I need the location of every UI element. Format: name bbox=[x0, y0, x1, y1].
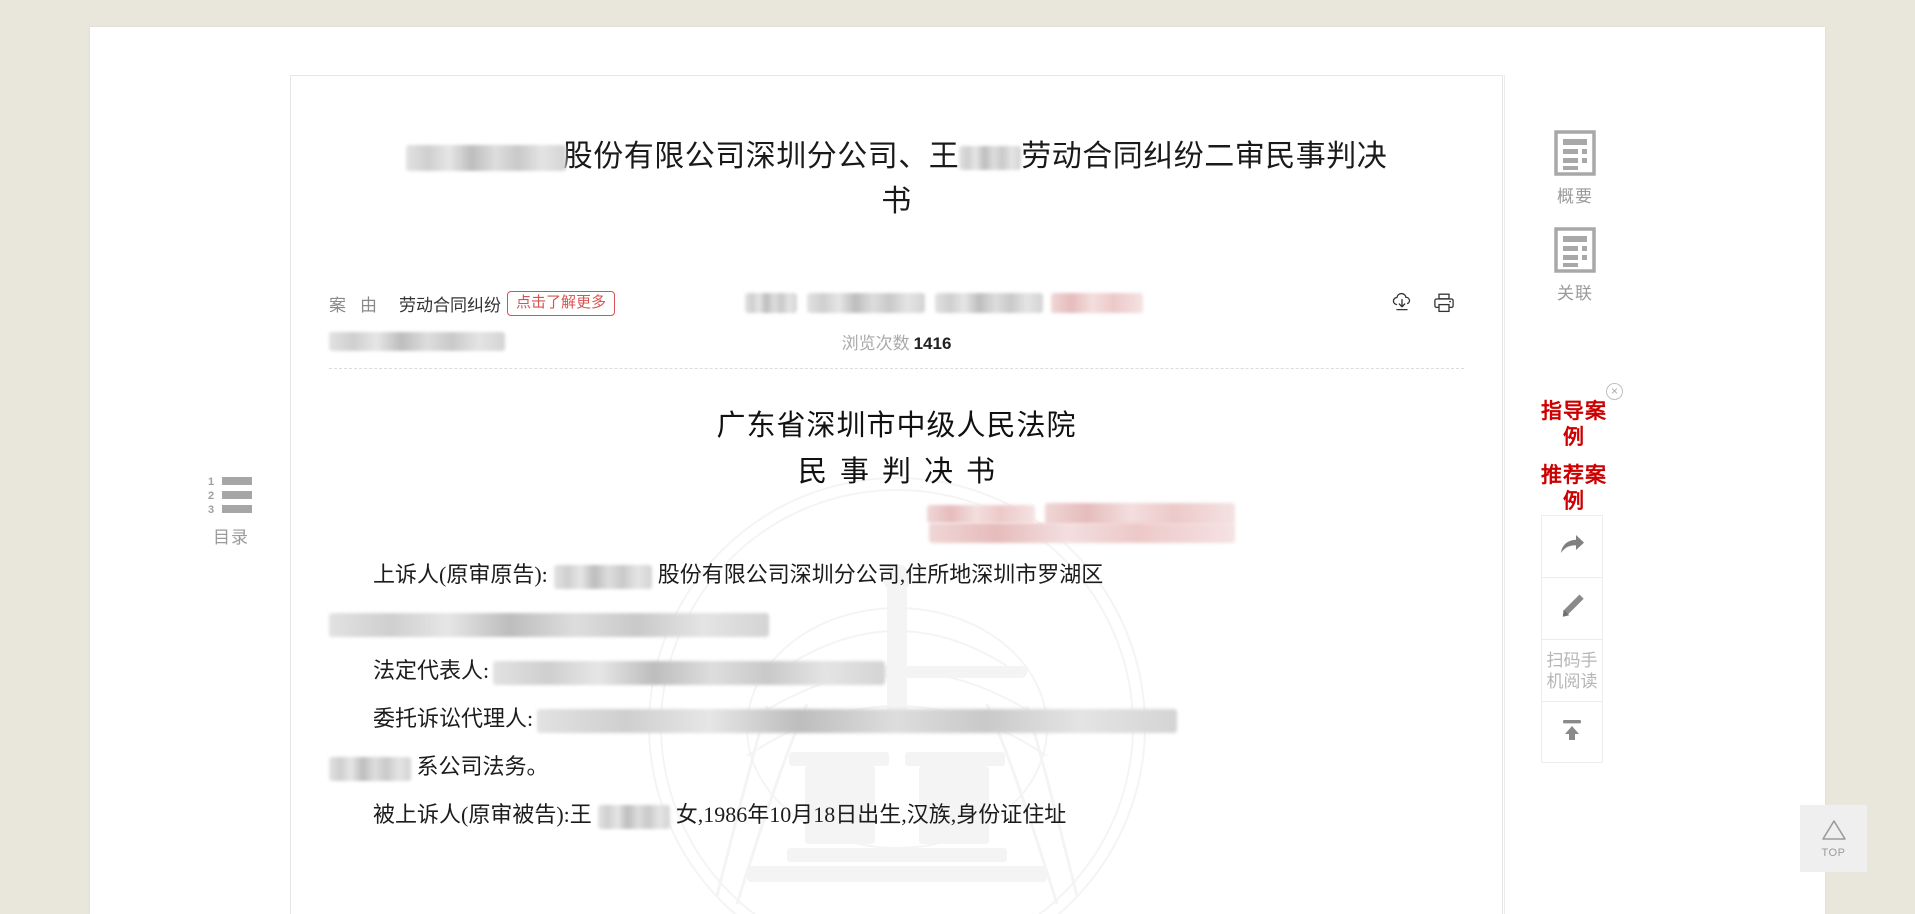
redacted-meta-4 bbox=[1051, 293, 1144, 313]
promo-guiding-case[interactable]: 指导案例 bbox=[1541, 399, 1607, 451]
redacted-meta-2 bbox=[807, 293, 926, 313]
pencil-icon bbox=[1557, 591, 1587, 626]
toc-widget[interactable]: 1 2 3 目录 bbox=[198, 474, 264, 548]
svg-text:2: 2 bbox=[208, 490, 214, 502]
paragraph-appellant: 上诉人(原审原告): 股份有限公司深圳分公司,住所地深圳市罗湖区 bbox=[329, 551, 1464, 599]
appellant-suffix: 股份有限公司深圳分公司,住所地深圳市罗湖区 bbox=[657, 562, 1104, 587]
sidebar-item-related[interactable]: 关联 bbox=[1542, 227, 1608, 304]
redacted-agent-name bbox=[329, 756, 411, 781]
paragraph-legal-rep: 法定代表人: bbox=[329, 647, 1464, 695]
share-button[interactable] bbox=[1541, 515, 1603, 577]
scroll-top-button[interactable] bbox=[1541, 701, 1603, 763]
ordered-list-icon: 1 2 3 bbox=[198, 474, 264, 521]
redacted-company-name bbox=[405, 145, 566, 172]
redacted-stamp-1 bbox=[927, 505, 1035, 523]
case-meta-row: 案由 劳动合同纠纷 点击了解更多 bbox=[329, 286, 1464, 320]
sidebar-label-related: 关联 bbox=[1557, 284, 1593, 303]
promo-panel: × 指导案例 推荐案例 bbox=[1541, 383, 1623, 515]
appellee-label: 被上诉人(原审被告):王 bbox=[373, 802, 592, 827]
case-reason-label: 案由 bbox=[329, 295, 391, 315]
triangle-up-icon bbox=[1821, 819, 1847, 846]
paragraph-address-redacted bbox=[329, 599, 1464, 647]
arrow-to-top-icon bbox=[1557, 715, 1587, 750]
case-reason-value: 劳动合同纠纷 bbox=[399, 295, 501, 315]
learn-more-badge[interactable]: 点击了解更多 bbox=[507, 290, 616, 316]
title-segment-tail: 劳动合同纠纷二审民事判决 bbox=[1021, 140, 1388, 173]
appellant-label: 上诉人(原审原告): bbox=[373, 562, 548, 587]
paragraph-agent: 委托诉讼代理人: bbox=[329, 695, 1464, 743]
promo-recommended-case[interactable]: 推荐案例 bbox=[1541, 463, 1607, 515]
qr-read-button[interactable]: 扫码手机阅读 bbox=[1541, 639, 1603, 701]
document-body: 股份有限公司深圳分公司、王 劳动合同纠纷二审民事判决 书 案由 劳动合同纠纷 点击… bbox=[291, 134, 1502, 839]
views-count: 1416 bbox=[913, 333, 952, 353]
sidebar-action-stack: 扫码手机阅读 bbox=[1541, 515, 1603, 763]
edit-button[interactable] bbox=[1541, 577, 1603, 639]
sidebar-label-summary: 概要 bbox=[1557, 187, 1593, 206]
title-segment-company: 股份有限公司深圳分公司、王 bbox=[562, 140, 960, 173]
paragraph-agent-role: 系公司法务。 bbox=[329, 743, 1464, 791]
back-to-top-button[interactable]: TOP bbox=[1800, 805, 1867, 872]
page-shell: 1 2 3 目录 股份有限公司深圳分公司、王 劳动合同纠纷二审民事判决 书 案由… bbox=[90, 27, 1825, 914]
redacted-meta-1 bbox=[745, 293, 798, 313]
title-segment-line2: 书 bbox=[881, 185, 912, 218]
document-card: 股份有限公司深圳分公司、王 劳动合同纠纷二审民事判决 书 案由 劳动合同纠纷 点击… bbox=[290, 75, 1503, 914]
toc-label: 目录 bbox=[213, 528, 249, 547]
redacted-agent bbox=[537, 708, 1178, 733]
redacted-address bbox=[329, 612, 769, 637]
redacted-meta-3 bbox=[935, 293, 1044, 313]
document-related-icon bbox=[1553, 227, 1597, 277]
document-actions bbox=[1390, 291, 1456, 315]
svg-text:1: 1 bbox=[208, 476, 214, 488]
redacted-stamp-3 bbox=[929, 523, 1235, 543]
share-arrow-icon bbox=[1557, 529, 1587, 564]
judgment-body: 上诉人(原审原告): 股份有限公司深圳分公司,住所地深圳市罗湖区 法定代表人: 委… bbox=[329, 551, 1464, 839]
paragraph-appellee: 被上诉人(原审被告):王 女,1986年10月18日出生,汉族,身份证住址 bbox=[329, 791, 1464, 839]
document-summary-icon bbox=[1553, 130, 1597, 180]
judgment-type: 民事判决书 bbox=[797, 456, 1008, 488]
redacted-meta-5 bbox=[329, 331, 505, 351]
printer-icon[interactable] bbox=[1432, 291, 1456, 315]
page-title: 股份有限公司深圳分公司、王 劳动合同纠纷二审民事判决 书 bbox=[329, 134, 1464, 224]
svg-text:3: 3 bbox=[208, 504, 214, 516]
redacted-appellant-name bbox=[553, 564, 652, 589]
view-counter: 浏览次数 1416 bbox=[842, 329, 952, 354]
views-label: 浏览次数 bbox=[841, 333, 910, 353]
back-to-top-label: TOP bbox=[1821, 846, 1846, 859]
cloud-download-icon[interactable] bbox=[1390, 291, 1414, 315]
legal-rep-label: 法定代表人: bbox=[373, 658, 490, 683]
redacted-legal-rep bbox=[493, 660, 886, 685]
divider bbox=[329, 368, 1464, 369]
court-name: 广东省深圳市中级人民法院 bbox=[716, 410, 1077, 442]
agent-role-text: 系公司法务。 bbox=[416, 754, 549, 779]
close-icon[interactable]: × bbox=[1606, 383, 1623, 400]
sidebar-item-summary[interactable]: 概要 bbox=[1542, 130, 1608, 207]
redacted-stamp-row bbox=[329, 501, 1464, 543]
right-sidebar: 概要 关联 × 指导案例 推荐案例 扫码手机阅读 bbox=[1504, 75, 1644, 914]
views-row: 浏览次数 1416 bbox=[329, 326, 1464, 356]
appellee-details: 女,1986年10月18日出生,汉族,身份证住址 bbox=[675, 802, 1067, 827]
agent-label: 委托诉讼代理人: bbox=[373, 706, 534, 731]
redacted-person-name bbox=[959, 146, 1022, 171]
redacted-stamp-2 bbox=[1045, 503, 1235, 525]
redacted-appellee-name bbox=[597, 804, 670, 829]
redacted-meta-group bbox=[745, 293, 1144, 313]
